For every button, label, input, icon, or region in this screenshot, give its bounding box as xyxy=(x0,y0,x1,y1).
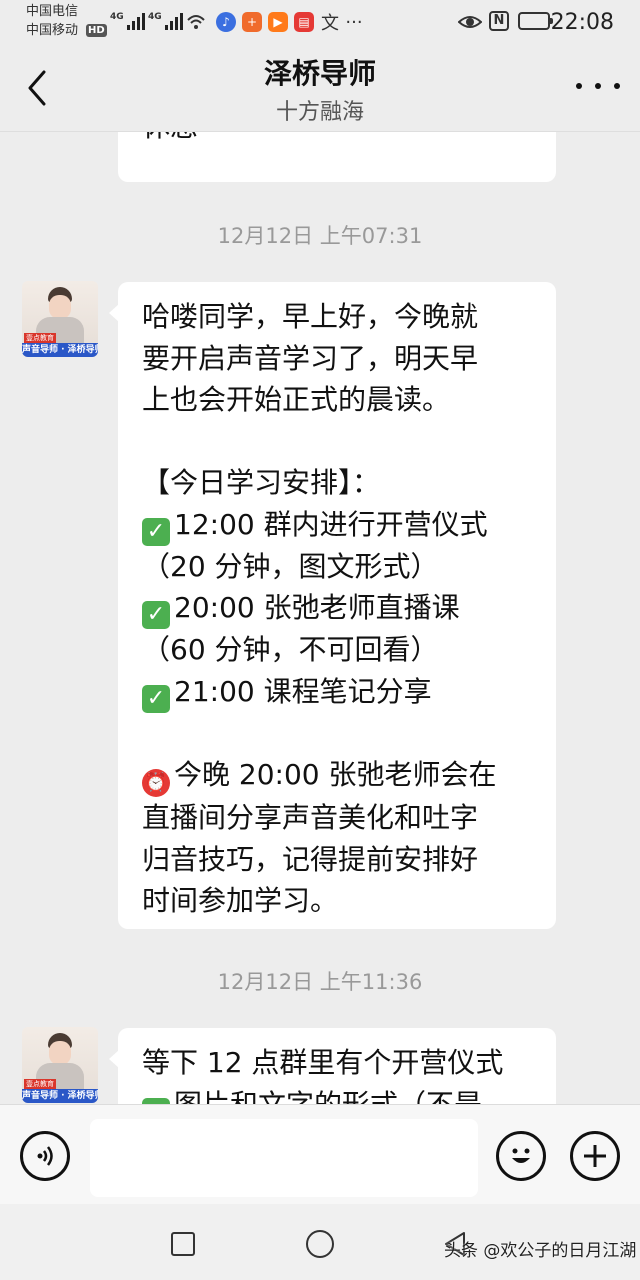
chat-subtitle: 十方融海 xyxy=(275,100,364,125)
carrier-1: 中国电信 xyxy=(26,4,79,19)
message-line: 时间参加学习。 xyxy=(142,884,339,917)
message-bubble[interactable]: 等下 12 点群里有个开营仪式 ✓图片和文字的形式（不是 xyxy=(109,1028,556,1105)
message-list[interactable]: 休息 ~ 12月12日 上午07:31 壹点教育 声音导师 · 泽桥导师 哈喽同… xyxy=(0,132,640,1104)
eye-icon xyxy=(458,16,482,28)
translate-icon: 文 xyxy=(321,13,339,34)
chat-header: 泽桥导师 十方融海 xyxy=(0,44,640,132)
message-line: 休息 ~ xyxy=(142,132,230,148)
plus-icon xyxy=(584,1145,606,1167)
message-line: 哈喽同学，早上好，今晚就 xyxy=(142,300,479,333)
timestamp: 12月12日 上午11:36 xyxy=(217,970,423,994)
avatar[interactable]: 壹点教育 声音导师 · 泽桥导师 xyxy=(22,1027,98,1103)
signal-icon: 4G xyxy=(110,12,145,30)
emoji-button[interactable] xyxy=(496,1131,546,1181)
more-functions-button[interactable] xyxy=(570,1131,620,1181)
message-line: 归音技巧，记得提前安排好 xyxy=(142,842,479,876)
recent-apps-button[interactable] xyxy=(171,1232,195,1256)
video-app-icon: ▶ xyxy=(268,12,288,32)
message-line: 【今日学习安排】： xyxy=(142,466,381,499)
more-notifications-icon: ··· xyxy=(345,11,363,33)
music-app-icon: ♪ xyxy=(216,12,236,32)
book-app-icon: ▤ xyxy=(294,12,314,32)
more-options-icon[interactable] xyxy=(576,74,620,98)
message-line: 图片和文字的形式（不是 xyxy=(174,1087,483,1105)
emoji-icon xyxy=(512,1148,530,1163)
carrier-2: 中国移动 xyxy=(26,23,79,38)
avatar-band-text: 声音导师 · 泽桥导师 xyxy=(22,343,98,357)
avatar-badge: 壹点教育 xyxy=(24,1079,56,1089)
check-mark-icon: ✓ xyxy=(142,601,170,629)
message-line: 等下 12 点群里有个开营仪式 xyxy=(142,1046,504,1079)
message-line: 21:00 课程笔记分享 xyxy=(174,674,432,708)
check-mark-icon: ✓ xyxy=(142,684,170,713)
wifi-icon xyxy=(187,15,205,29)
status-bar: 中国电信 中国移动 HD 4G 4G ♪ + ▶ ▤ 文 ··· N 22:08 xyxy=(0,0,640,44)
signal-icon-2: 4G xyxy=(148,12,183,30)
message-line: 要开启声音学习了，明天早 xyxy=(142,341,479,375)
battery-icon xyxy=(518,12,553,30)
voice-icon xyxy=(37,1146,53,1166)
home-button[interactable] xyxy=(306,1230,334,1258)
avatar[interactable]: 壹点教育 声音导师 · 泽桥导师 xyxy=(22,281,98,357)
message-bubble[interactable]: 休息 ~ xyxy=(118,132,556,182)
message-input[interactable] xyxy=(90,1119,478,1197)
hd-badge: HD xyxy=(86,24,107,37)
message-line: （20 分钟，图文形式） xyxy=(142,549,439,583)
message-line: 20:00 张弛老师直播课 xyxy=(174,591,460,624)
watermark: 头条 @欢公子的日月江湖 xyxy=(444,1241,637,1261)
message-line: 今晚 20:00 张弛老师会在 xyxy=(174,758,497,791)
voice-input-button[interactable] xyxy=(20,1131,70,1181)
message-line: （60 分钟，不可回看） xyxy=(142,633,439,666)
clock: 22:08 xyxy=(550,10,614,35)
system-nav-bar: 头条 @欢公子的日月江湖 xyxy=(0,1204,640,1280)
app-icon-plus: + xyxy=(242,12,262,32)
chat-title: 泽桥导师 xyxy=(263,57,376,90)
message-bubble[interactable]: 哈喽同学，早上好，今晚就 要开启声音学习了，明天早 上也会开始正式的晨读。 【今… xyxy=(109,282,556,929)
message-line: 上也会开始正式的晨读。 xyxy=(142,383,451,416)
check-mark-icon: ✓ xyxy=(142,517,170,546)
avatar-badge: 壹点教育 xyxy=(24,333,56,343)
message-line: 12:00 群内进行开营仪式 xyxy=(174,507,488,541)
nfc-icon: N xyxy=(489,11,509,31)
alarm-clock-icon: ⏰ xyxy=(142,769,170,797)
message-line: 直播间分享声音美化和吐字 xyxy=(142,801,479,834)
input-bar xyxy=(0,1104,640,1204)
avatar-band-text: 声音导师 · 泽桥导师 xyxy=(22,1089,98,1103)
timestamp: 12月12日 上午07:31 xyxy=(217,224,423,248)
